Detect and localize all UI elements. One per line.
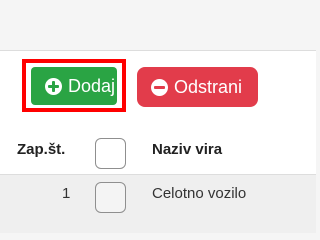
row-name-cell: Celotno vozilo xyxy=(152,185,247,202)
top-strip xyxy=(0,0,316,50)
column-header-number: Zap.št. xyxy=(17,141,66,158)
add-button[interactable]: Dodaj xyxy=(31,67,117,105)
select-all-checkbox[interactable] xyxy=(95,138,126,169)
row-checkbox[interactable] xyxy=(95,182,126,213)
remove-button-label: Odstrani xyxy=(174,76,243,97)
column-header-name: Naziv vira xyxy=(152,141,223,158)
minus-circle-icon xyxy=(151,78,168,96)
remove-button[interactable]: Odstrani xyxy=(137,67,258,107)
add-button-label: Dodaj xyxy=(68,75,116,96)
table-row[interactable] xyxy=(0,174,316,233)
row-number-cell: 1 xyxy=(62,185,71,202)
plus-circle-icon xyxy=(45,77,62,95)
